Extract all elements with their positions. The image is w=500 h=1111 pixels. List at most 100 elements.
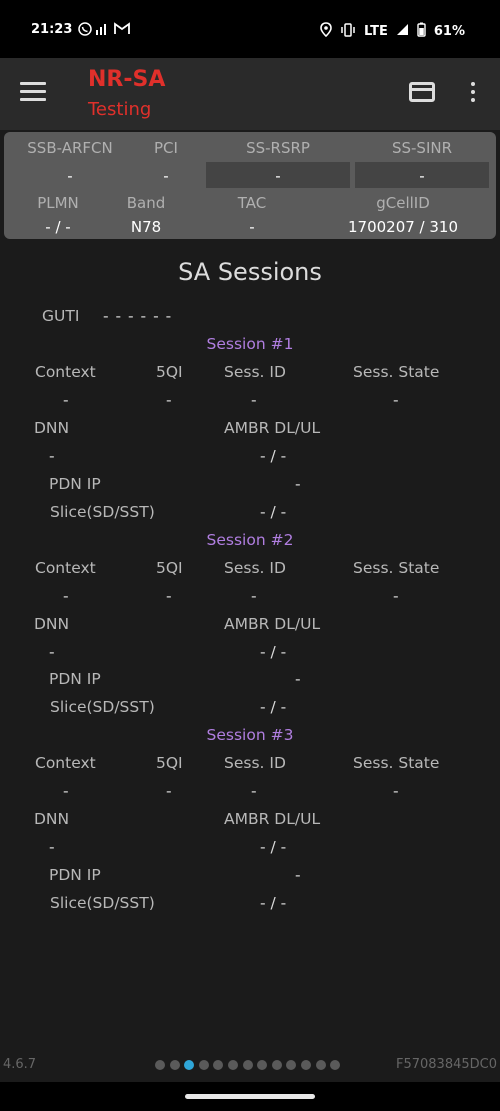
page-dot[interactable]: [198, 1060, 209, 1070]
page-dot[interactable]: [155, 1060, 165, 1070]
page-dot[interactable]: [184, 1060, 195, 1070]
context-value: -: [63, 391, 69, 409]
location-icon: [320, 22, 332, 41]
app-bar: NR-SA Testing: [0, 58, 500, 130]
tac-value: -: [249, 218, 255, 236]
dnn-label: DNN: [34, 810, 70, 828]
page-indicator: [155, 1060, 341, 1070]
plmn-label: PLMN: [37, 194, 79, 212]
pdn-ip-label: PDN IP: [49, 475, 101, 493]
ambr-label: AMBR DL/UL: [224, 810, 321, 828]
context-value: -: [63, 587, 69, 605]
device-id: F57083845DC0: [395, 1057, 497, 1072]
band-value: N78: [130, 218, 162, 236]
tac-label: TAC: [237, 194, 267, 212]
battery-percent: 61%: [433, 24, 465, 39]
battery-icon: [417, 22, 426, 41]
sess-state-value: -: [393, 391, 399, 409]
vibrate-icon: [340, 22, 356, 41]
cell-info-panel: SSB-ARFCN PCI SS-RSRP SS-SINR - - - - PL…: [4, 132, 496, 239]
5qi-label: 5QI: [156, 754, 183, 772]
sess-id-value: -: [251, 782, 257, 800]
app-subtitle: Testing: [88, 99, 152, 120]
slice-value: - / -: [260, 503, 287, 521]
gcellid-label: gCellID: [376, 194, 430, 212]
context-label: Context: [35, 559, 96, 577]
session-header: Session #3: [206, 726, 294, 744]
slice-label: Slice(SD/SST): [50, 894, 155, 912]
status-bar: 21:23 LTE 61%: [0, 0, 500, 58]
page-dot[interactable]: [330, 1060, 341, 1070]
signal-small-icon: [94, 22, 110, 39]
ssb-arfcn-label: SSB-ARFCN: [27, 139, 113, 157]
page-dot[interactable]: [300, 1060, 311, 1070]
pci-value: -: [163, 167, 169, 185]
ambr-label: AMBR DL/UL: [224, 615, 321, 633]
page-dot[interactable]: [271, 1060, 282, 1070]
sess-state-label: Sess. State: [353, 363, 440, 381]
whatsapp-icon: [78, 22, 92, 39]
app-title: NR-SA: [88, 67, 166, 92]
context-label: Context: [35, 754, 96, 772]
dnn-label: DNN: [34, 615, 70, 633]
context-value: -: [63, 782, 69, 800]
app-version: 4.6.7: [3, 1057, 37, 1072]
more-vert-icon[interactable]: [466, 82, 480, 104]
page-dot[interactable]: [227, 1060, 238, 1070]
5qi-value: -: [166, 391, 172, 409]
navigation-bar: [0, 1082, 500, 1111]
pdn-ip-value: -: [295, 866, 301, 884]
page-dot[interactable]: [286, 1060, 297, 1070]
sess-id-value: -: [251, 587, 257, 605]
ambr-value: - / -: [260, 838, 287, 856]
5qi-value: -: [166, 782, 172, 800]
guti-label: GUTI: [42, 307, 80, 325]
sess-id-label: Sess. ID: [224, 559, 286, 577]
sa-sessions-title: SA Sessions: [178, 258, 322, 286]
ambr-value: - / -: [260, 643, 287, 661]
pdn-ip-value: -: [295, 475, 301, 493]
session-header: Session #2: [206, 531, 294, 549]
status-time: 21:23: [31, 22, 73, 37]
status-right-group: LTE 61%: [320, 22, 465, 41]
session-header: Session #1: [206, 335, 294, 353]
credit-card-icon[interactable]: [409, 82, 435, 102]
slice-value: - / -: [260, 894, 287, 912]
sess-state-label: Sess. State: [353, 754, 440, 772]
page-dot[interactable]: [169, 1060, 180, 1070]
page-dot[interactable]: [242, 1060, 253, 1070]
gcellid-value: 1700207 / 310: [347, 218, 459, 236]
sess-state-value: -: [393, 782, 399, 800]
pci-label: PCI: [154, 139, 178, 157]
ss-rsrp-value: -: [275, 167, 281, 185]
home-gesture-pill[interactable]: [185, 1094, 315, 1099]
page-dot[interactable]: [257, 1060, 268, 1070]
sess-state-value: -: [393, 587, 399, 605]
ambr-label: AMBR DL/UL: [224, 419, 321, 437]
slice-label: Slice(SD/SST): [50, 698, 155, 716]
5qi-label: 5QI: [156, 363, 183, 381]
menu-icon[interactable]: [20, 82, 46, 104]
slice-label: Slice(SD/SST): [50, 503, 155, 521]
pdn-ip-label: PDN IP: [49, 670, 101, 688]
band-label: Band: [126, 194, 166, 212]
ss-sinr-label: SS-SINR: [391, 139, 453, 157]
guti-value: - - - - - -: [103, 307, 173, 325]
page-dot[interactable]: [315, 1060, 326, 1070]
5qi-value: -: [166, 587, 172, 605]
gmail-icon: [114, 22, 130, 38]
context-label: Context: [35, 363, 96, 381]
network-type: LTE: [363, 24, 388, 39]
dnn-value: -: [49, 838, 55, 856]
dnn-value: -: [49, 447, 55, 465]
page-dot[interactable]: [213, 1060, 224, 1070]
ambr-value: - / -: [260, 447, 287, 465]
sess-state-label: Sess. State: [353, 559, 440, 577]
signal-icon: [396, 23, 409, 40]
pdn-ip-label: PDN IP: [49, 866, 101, 884]
sess-id-label: Sess. ID: [224, 363, 286, 381]
dnn-value: -: [49, 643, 55, 661]
ss-sinr-value: -: [419, 167, 425, 185]
5qi-label: 5QI: [156, 559, 183, 577]
pdn-ip-value: -: [295, 670, 301, 688]
